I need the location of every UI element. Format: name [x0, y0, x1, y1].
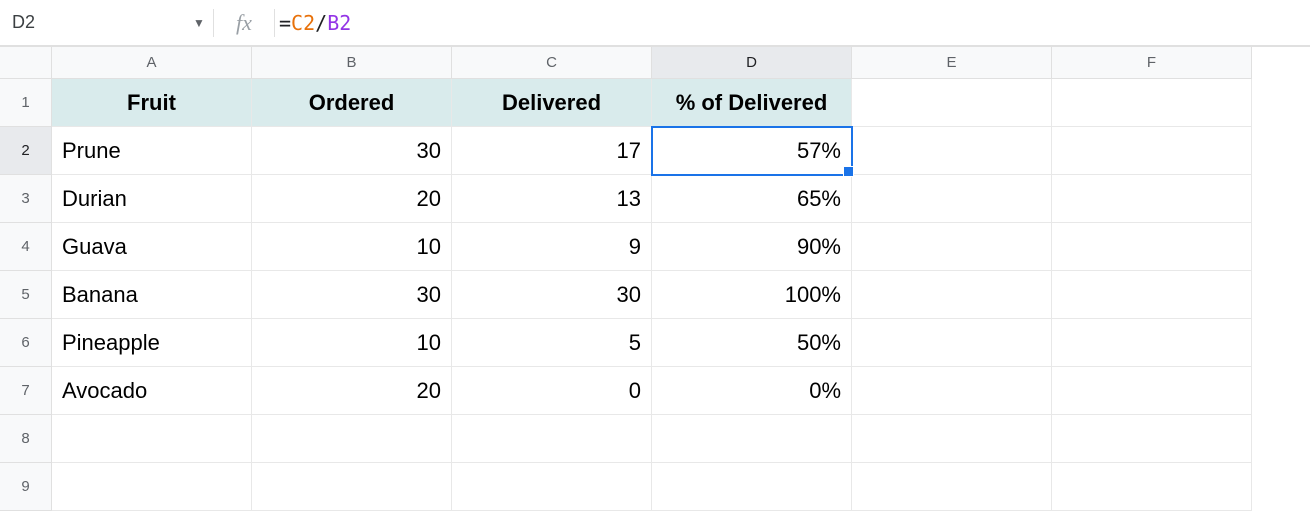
row-header-4[interactable]: 4 — [0, 223, 52, 271]
row-header-5[interactable]: 5 — [0, 271, 52, 319]
cell-F5[interactable] — [1052, 271, 1252, 319]
row-header-3[interactable]: 3 — [0, 175, 52, 223]
cell-E7[interactable] — [852, 367, 1052, 415]
cell-B4[interactable]: 10 — [252, 223, 452, 271]
cell-F9[interactable] — [1052, 463, 1252, 511]
name-box[interactable]: D2 — [0, 0, 185, 45]
column-header-C[interactable]: C — [452, 47, 652, 79]
cell-C8[interactable] — [452, 415, 652, 463]
fx-icon[interactable]: fx — [214, 10, 274, 36]
row-header-8[interactable]: 8 — [0, 415, 52, 463]
column-header-D[interactable]: D — [652, 47, 852, 79]
cell-E6[interactable] — [852, 319, 1052, 367]
cell-C1[interactable]: Delivered — [452, 79, 652, 127]
cell-D5[interactable]: 100% — [652, 271, 852, 319]
cell-F3[interactable] — [1052, 175, 1252, 223]
cell-A2[interactable]: Prune — [52, 127, 252, 175]
row-header-2[interactable]: 2 — [0, 127, 52, 175]
spreadsheet-grid[interactable]: ABCDEF 1FruitOrderedDelivered% of Deliver… — [0, 46, 1310, 511]
cell-B2[interactable]: 30 — [252, 127, 452, 175]
formula-input[interactable]: =C2/B2 — [275, 11, 1310, 35]
column-header-F[interactable]: F — [1052, 47, 1252, 79]
cell-F4[interactable] — [1052, 223, 1252, 271]
cell-C6[interactable]: 5 — [452, 319, 652, 367]
cell-A9[interactable] — [52, 463, 252, 511]
cell-A6[interactable]: Pineapple — [52, 319, 252, 367]
cell-B5[interactable]: 30 — [252, 271, 452, 319]
cell-E1[interactable] — [852, 79, 1052, 127]
cell-C4[interactable]: 9 — [452, 223, 652, 271]
formula-equals: = — [279, 11, 291, 35]
column-header-A[interactable]: A — [52, 47, 252, 79]
row-header-9[interactable]: 9 — [0, 463, 52, 511]
cell-D1[interactable]: % of Delivered — [652, 79, 852, 127]
cell-E8[interactable] — [852, 415, 1052, 463]
cell-B8[interactable] — [252, 415, 452, 463]
column-header-E[interactable]: E — [852, 47, 1052, 79]
cell-E9[interactable] — [852, 463, 1052, 511]
column-header-B[interactable]: B — [252, 47, 452, 79]
cell-D8[interactable] — [652, 415, 852, 463]
cell-E5[interactable] — [852, 271, 1052, 319]
cell-D2[interactable]: 57% — [652, 127, 852, 175]
cell-B3[interactable]: 20 — [252, 175, 452, 223]
cell-C3[interactable]: 13 — [452, 175, 652, 223]
cell-A3[interactable]: Durian — [52, 175, 252, 223]
cell-B6[interactable]: 10 — [252, 319, 452, 367]
cell-D9[interactable] — [652, 463, 852, 511]
cell-C2[interactable]: 17 — [452, 127, 652, 175]
chevron-down-icon: ▼ — [193, 16, 205, 30]
select-all-corner[interactable] — [0, 47, 52, 79]
cell-F8[interactable] — [1052, 415, 1252, 463]
formula-token-ref2: B2 — [327, 11, 351, 35]
cell-F6[interactable] — [1052, 319, 1252, 367]
cell-F1[interactable] — [1052, 79, 1252, 127]
cell-A4[interactable]: Guava — [52, 223, 252, 271]
cell-A7[interactable]: Avocado — [52, 367, 252, 415]
cell-D3[interactable]: 65% — [652, 175, 852, 223]
cell-F7[interactable] — [1052, 367, 1252, 415]
row-header-7[interactable]: 7 — [0, 367, 52, 415]
cell-A1[interactable]: Fruit — [52, 79, 252, 127]
active-cell-ref: D2 — [12, 12, 35, 33]
cell-C7[interactable]: 0 — [452, 367, 652, 415]
row-header-6[interactable]: 6 — [0, 319, 52, 367]
formula-token-ref1: C2 — [291, 11, 315, 35]
cell-E3[interactable] — [852, 175, 1052, 223]
cell-B9[interactable] — [252, 463, 452, 511]
name-box-dropdown[interactable]: ▼ — [185, 16, 213, 30]
cell-C9[interactable] — [452, 463, 652, 511]
cell-E4[interactable] — [852, 223, 1052, 271]
cell-F2[interactable] — [1052, 127, 1252, 175]
row-header-1[interactable]: 1 — [0, 79, 52, 127]
cell-E2[interactable] — [852, 127, 1052, 175]
cell-B7[interactable]: 20 — [252, 367, 452, 415]
cell-B1[interactable]: Ordered — [252, 79, 452, 127]
formula-token-op: / — [315, 11, 327, 35]
formula-bar: D2 ▼ fx =C2/B2 — [0, 0, 1310, 46]
cell-D7[interactable]: 0% — [652, 367, 852, 415]
cell-A8[interactable] — [52, 415, 252, 463]
cell-C5[interactable]: 30 — [452, 271, 652, 319]
cell-D4[interactable]: 90% — [652, 223, 852, 271]
cell-A5[interactable]: Banana — [52, 271, 252, 319]
cell-D6[interactable]: 50% — [652, 319, 852, 367]
